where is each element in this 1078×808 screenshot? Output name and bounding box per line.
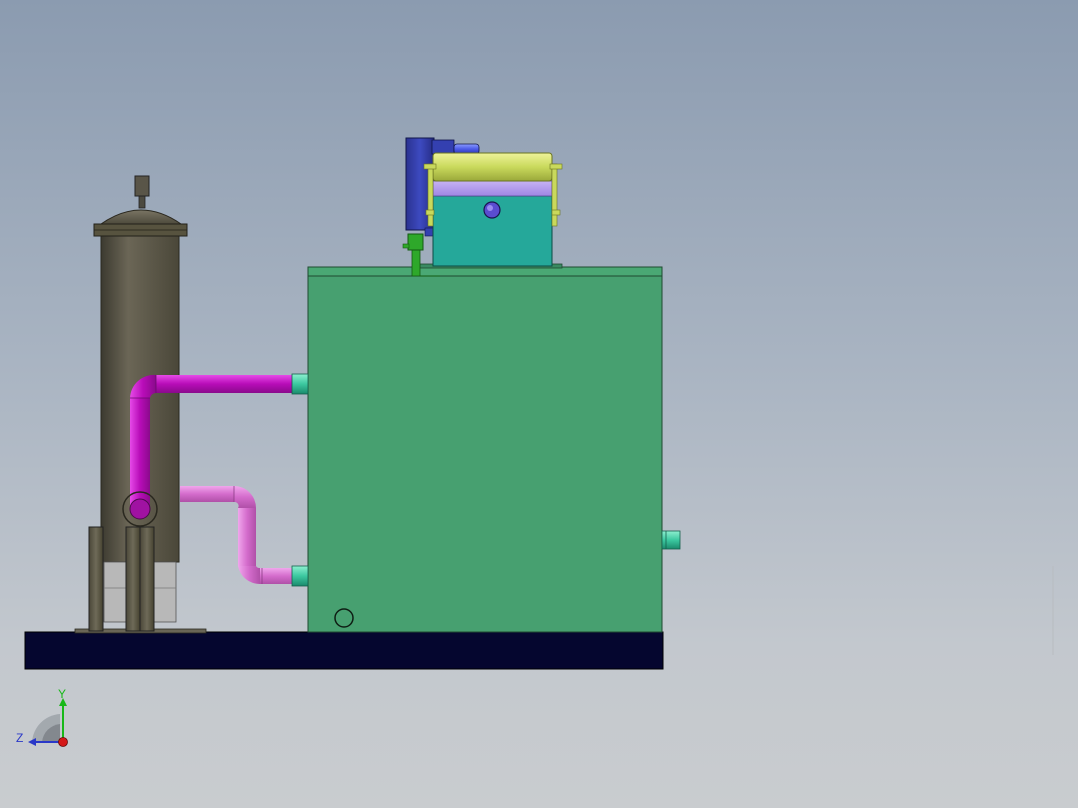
lower-pipe-elbow-top[interactable]	[234, 486, 256, 508]
pump-band[interactable]	[432, 180, 553, 197]
view-orientation-triad[interactable]: Y Z	[10, 684, 80, 756]
graphics-viewport[interactable]: Y Z	[0, 0, 1078, 808]
base-skid[interactable]	[24, 631, 664, 670]
tank-upper-inlet-nozzle[interactable]	[291, 373, 309, 395]
model-scene[interactable]	[0, 0, 1078, 808]
triad-x-axis	[58, 737, 68, 747]
vessel-leg-center-b[interactable]	[139, 526, 155, 632]
triad-graphic	[28, 698, 68, 747]
pump-cap[interactable]	[432, 152, 553, 182]
valve-stem[interactable]	[411, 247, 421, 277]
filter-vessel-dome[interactable]	[99, 209, 183, 225]
vessel-leg-left[interactable]	[88, 526, 104, 632]
main-tank-body[interactable]	[307, 275, 663, 633]
triad-z-label: Z	[16, 731, 24, 745]
vessel-inlet-port[interactable]	[129, 498, 151, 520]
lower-pipe-vertical[interactable]	[238, 508, 256, 566]
motor-coupling[interactable]	[431, 139, 455, 155]
tank-lower-inlet-nozzle[interactable]	[291, 565, 309, 587]
vessel-leg-center-a[interactable]	[125, 526, 141, 632]
lower-pipe-horizontal-bottom[interactable]	[260, 568, 292, 584]
pump-post-right[interactable]	[551, 163, 558, 227]
lower-pipe-elbow-bottom[interactable]	[238, 566, 260, 585]
pump-post-left[interactable]	[427, 163, 434, 227]
vent-valve-head[interactable]	[134, 175, 150, 197]
upper-pipe-horizontal[interactable]	[156, 375, 292, 393]
lower-pipe-horizontal-top[interactable]	[180, 486, 236, 502]
triad-y-label: Y	[58, 687, 67, 701]
vent-valve[interactable]	[138, 195, 146, 209]
valve-handle[interactable]	[402, 243, 410, 249]
tank-outlet-nozzle[interactable]	[661, 530, 681, 550]
valve-body[interactable]	[407, 233, 424, 251]
